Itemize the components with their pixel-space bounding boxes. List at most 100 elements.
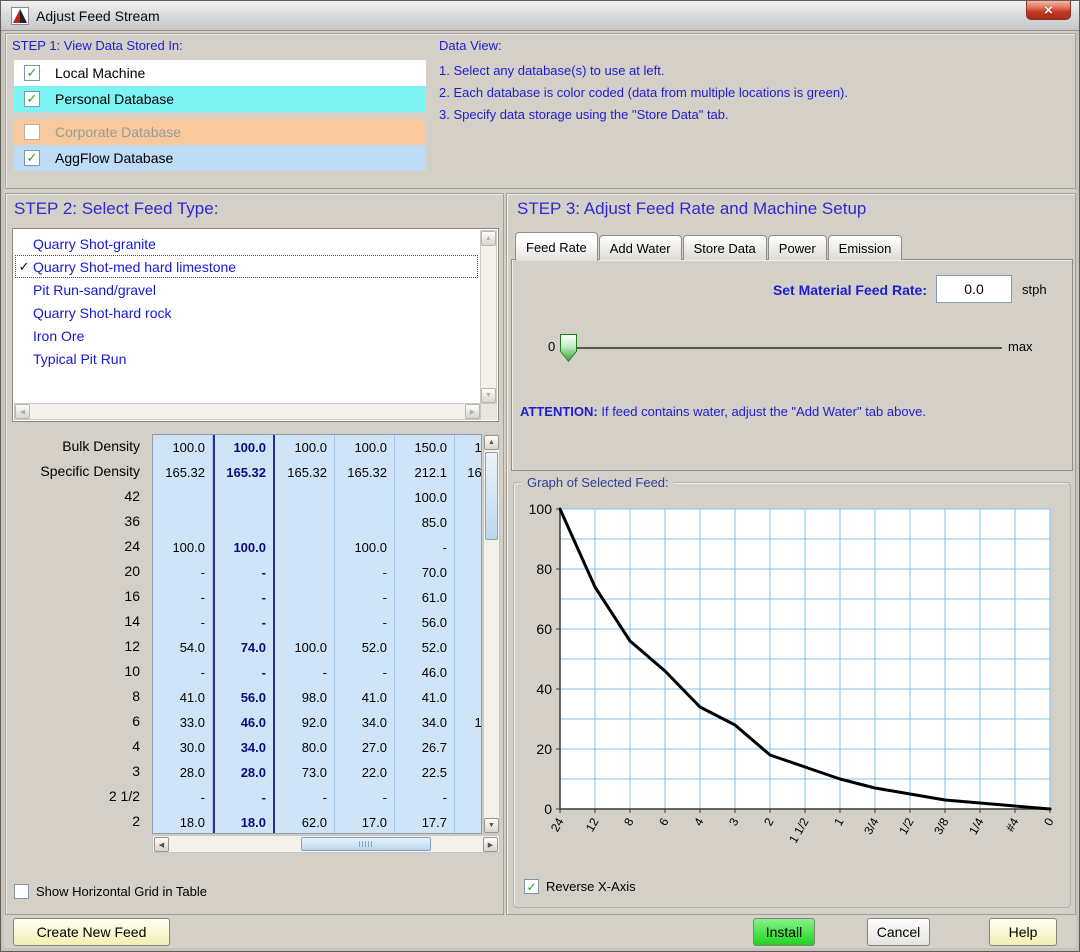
table-cell	[455, 785, 482, 810]
svg-text:60: 60	[536, 621, 552, 637]
table-cell: -	[275, 660, 334, 685]
table-cell	[153, 510, 212, 535]
table-row-label: 2 1/2	[8, 784, 150, 809]
table-cell: 212.1	[395, 460, 454, 485]
scroll-up-icon[interactable]: ▲	[484, 435, 499, 450]
table-row-label: 4	[8, 734, 150, 759]
step1-title: STEP 1: View Data Stored In:	[12, 38, 183, 53]
table-cell	[455, 560, 482, 585]
step1-section: STEP 1: View Data Stored In: ✓Local Mach…	[5, 33, 1076, 189]
feed-rate-slider-handle[interactable]	[560, 334, 577, 362]
table-cell	[215, 485, 273, 510]
table-cell: 74.0	[215, 635, 273, 660]
scroll-down-icon[interactable]: ▼	[481, 388, 496, 403]
feed-type-quarry-shot-hard-rock[interactable]: Quarry Shot-hard rock	[15, 301, 478, 324]
svg-text:1: 1	[831, 815, 847, 828]
table-cell: -	[215, 785, 273, 810]
tab-add-water[interactable]: Add Water	[599, 235, 682, 260]
table-cell: 165.32	[275, 460, 334, 485]
table-column-5[interactable]: 150.0212.1100.085.0-70.061.056.052.046.0…	[395, 435, 455, 833]
scroll-up-icon[interactable]: ▲	[481, 231, 496, 246]
table-column-3[interactable]: 100.0165.32100.0-98.092.080.073.0-62.0	[275, 435, 335, 833]
feed-rate-unit: stph	[1022, 282, 1047, 297]
close-button[interactable]: ×	[1026, 1, 1071, 20]
table-cell: -	[335, 560, 394, 585]
table-column-4[interactable]: 100.0165.32100.0---52.0-41.034.027.022.0…	[335, 435, 395, 833]
feed-type-quarry-shot-med-hard-limestone[interactable]: ✓Quarry Shot-med hard limestone	[15, 255, 478, 278]
table-cell: -	[153, 785, 212, 810]
hscroll-thumb[interactable]	[301, 837, 431, 851]
reverse-x-axis-checkbox[interactable]: ✓ Reverse X-Axis	[524, 879, 636, 894]
create-new-feed-button[interactable]: Create New Feed	[13, 918, 170, 946]
help-button[interactable]: Help	[989, 918, 1057, 946]
database-option-aggflow-database[interactable]: ✓AggFlow Database	[14, 145, 426, 171]
table-cell: 26.7	[395, 735, 454, 760]
table-hscrollbar[interactable]: ◀ ▶	[152, 835, 500, 853]
checkbox-icon[interactable]: ✓	[524, 879, 539, 894]
table-column-1[interactable]: 100.0165.32100.0---54.0-41.033.030.028.0…	[153, 435, 213, 833]
table-cell: 34.0	[215, 735, 273, 760]
gradation-table-data[interactable]: 100.0165.32100.0---54.0-41.033.030.028.0…	[152, 434, 482, 834]
table-cell: 98.0	[275, 685, 334, 710]
scroll-left-icon[interactable]: ◀	[154, 837, 169, 852]
table-cell: -	[395, 535, 454, 560]
table-row-label: 6	[8, 709, 150, 734]
install-button[interactable]: Install	[753, 918, 815, 946]
titlebar[interactable]: Adjust Feed Stream ×	[1, 1, 1079, 31]
table-cell	[153, 485, 212, 510]
scroll-left-icon[interactable]: ◀	[15, 404, 30, 419]
svg-text:#4: #4	[1003, 815, 1022, 834]
table-cell: -	[215, 660, 273, 685]
feed-type-typical-pit-run[interactable]: Typical Pit Run	[15, 347, 478, 370]
feed-type-list[interactable]: Quarry Shot-granite✓Quarry Shot-med hard…	[12, 228, 499, 422]
scroll-right-icon[interactable]: ▶	[465, 404, 480, 419]
svg-text:80: 80	[536, 561, 552, 577]
tab-feed-rate[interactable]: Feed Rate	[515, 232, 598, 261]
table-cell: 18.0	[153, 810, 212, 834]
checkbox-icon[interactable]	[14, 884, 29, 899]
checkbox-icon[interactable]	[24, 124, 40, 140]
feed-type-quarry-shot-granite[interactable]: Quarry Shot-granite	[15, 232, 478, 255]
database-option-local-machine[interactable]: ✓Local Machine	[14, 60, 426, 86]
table-cell: 150.0	[395, 435, 454, 460]
table-cell: 28.0	[153, 760, 212, 785]
feed-rate-slider[interactable]	[562, 347, 1002, 349]
checkbox-icon[interactable]: ✓	[24, 65, 40, 81]
feed-type-iron-ore[interactable]: Iron Ore	[15, 324, 478, 347]
show-horizontal-grid-checkbox[interactable]: Show Horizontal Grid in Table	[14, 884, 207, 899]
tab-store-data[interactable]: Store Data	[683, 235, 767, 260]
table-row-label: 2	[8, 809, 150, 834]
table-cell: 17.0	[335, 810, 394, 834]
table-cell: 100.0	[335, 535, 394, 560]
checkbox-icon[interactable]: ✓	[24, 150, 40, 166]
cancel-button[interactable]: Cancel	[867, 918, 930, 946]
scroll-right-icon[interactable]: ▶	[483, 837, 498, 852]
table-column-6[interactable]: 100.0165.32100.080.0	[455, 435, 482, 833]
scroll-down-icon[interactable]: ▼	[484, 818, 499, 833]
svg-text:3/8: 3/8	[931, 815, 952, 837]
feed-type-pit-run-sand-gravel[interactable]: Pit Run-sand/gravel	[15, 278, 478, 301]
table-cell: 61.0	[395, 585, 454, 610]
svg-text:12: 12	[583, 815, 602, 834]
table-vscrollbar[interactable]: ▲ ▼	[483, 434, 500, 834]
feed-rate-input[interactable]	[936, 275, 1012, 303]
table-cell	[275, 585, 334, 610]
vscroll-thumb[interactable]	[485, 452, 498, 540]
table-cell: -	[335, 610, 394, 635]
feed-list-hscrollbar[interactable]: ◀ ▶	[14, 403, 481, 420]
tab-power[interactable]: Power	[768, 235, 827, 260]
database-option-personal-database[interactable]: ✓Personal Database	[14, 86, 426, 112]
database-option-corporate-database[interactable]: Corporate Database	[14, 119, 426, 145]
tab-emission[interactable]: Emission	[828, 235, 903, 260]
checkbox-icon[interactable]: ✓	[24, 91, 40, 107]
table-cell: -	[153, 660, 212, 685]
table-cell: 56.0	[395, 610, 454, 635]
table-cell: 62.0	[275, 810, 334, 834]
table-cell	[275, 510, 334, 535]
feed-list-vscrollbar[interactable]: ▲ ▼	[480, 230, 497, 404]
table-cell: 41.0	[335, 685, 394, 710]
table-column-2[interactable]: 100.0165.32100.0---74.0-56.046.034.028.0…	[213, 435, 275, 833]
table-cell: 165.32	[455, 460, 482, 485]
slider-min-label: 0	[548, 339, 555, 354]
data-view-line-3: 3. Specify data storage using the "Store…	[439, 104, 848, 126]
